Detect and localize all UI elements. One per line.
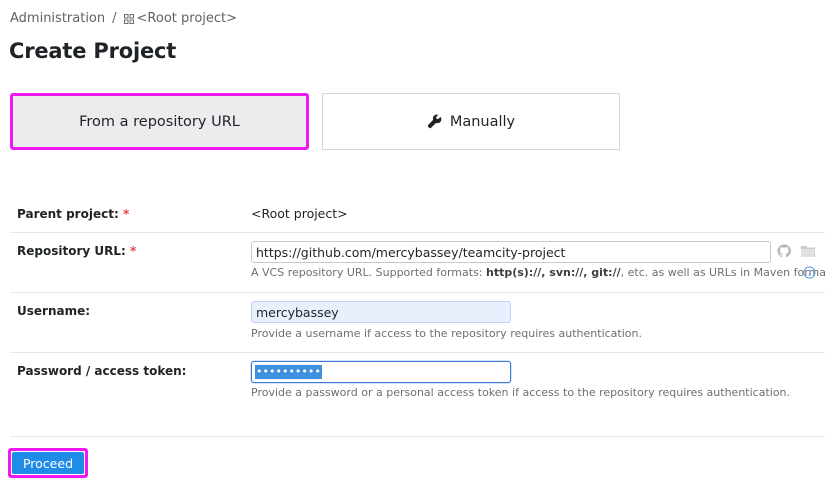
folder-icon[interactable] (800, 244, 816, 258)
password-label: Password / access token: (17, 364, 187, 378)
required-mark: * (129, 244, 137, 258)
repository-url-row: Repository URL: * A VCS repository URL. … (10, 233, 825, 293)
tab-manually-label: Manually (449, 113, 516, 130)
repository-url-help-formats: http(s)://, svn://, git:// (486, 266, 621, 279)
proceed-highlight: Proceed (8, 448, 88, 478)
required-mark: * (122, 207, 130, 221)
help-circle-icon[interactable]: ? (803, 266, 816, 279)
proceed-button[interactable]: Proceed (12, 452, 84, 474)
tab-manually[interactable]: Manually (322, 93, 620, 150)
grid-icon (123, 13, 134, 24)
repository-url-label: Repository URL: * (17, 244, 136, 258)
password-input[interactable]: •••••••••• (251, 361, 511, 383)
breadcrumb: Administration / <Root project> (10, 11, 237, 26)
username-label: Username: (17, 304, 91, 318)
parent-project-row: Parent project: * <Root project> (10, 196, 825, 233)
breadcrumb-separator: / (112, 11, 117, 26)
username-row: Username: Provide a username if access t… (10, 293, 825, 353)
form-divider (10, 436, 825, 437)
repository-url-help-suffix: , etc. as well as URLs in Maven format. (620, 266, 825, 279)
repository-url-input[interactable] (251, 241, 771, 263)
password-help: Provide a password or a personal access … (251, 386, 791, 399)
parent-project-value: <Root project> (251, 206, 348, 221)
wrench-icon (427, 114, 442, 129)
repository-url-label-text: Repository URL: (17, 244, 126, 258)
breadcrumb-administration[interactable]: Administration (10, 11, 105, 26)
password-masked-value: •••••••••• (255, 365, 322, 379)
username-help: Provide a username if access to the repo… (251, 327, 642, 340)
tab-from-repository-url[interactable]: From a repository URL (10, 93, 309, 150)
password-row: Password / access token: •••••••••• Prov… (10, 353, 825, 411)
parent-project-label: Parent project: * (17, 207, 129, 221)
page-title: Create Project (9, 39, 177, 63)
username-input[interactable] (251, 301, 511, 323)
svg-text:?: ? (807, 268, 811, 278)
breadcrumb-root-project[interactable]: <Root project> (137, 11, 238, 26)
parent-project-label-text: Parent project: (17, 207, 119, 221)
repository-url-help-prefix: A VCS repository URL. Supported formats: (251, 266, 487, 279)
repository-url-help: A VCS repository URL. Supported formats:… (251, 266, 825, 279)
github-icon[interactable] (777, 244, 791, 258)
tab-from-repository-url-label: From a repository URL (79, 113, 240, 130)
